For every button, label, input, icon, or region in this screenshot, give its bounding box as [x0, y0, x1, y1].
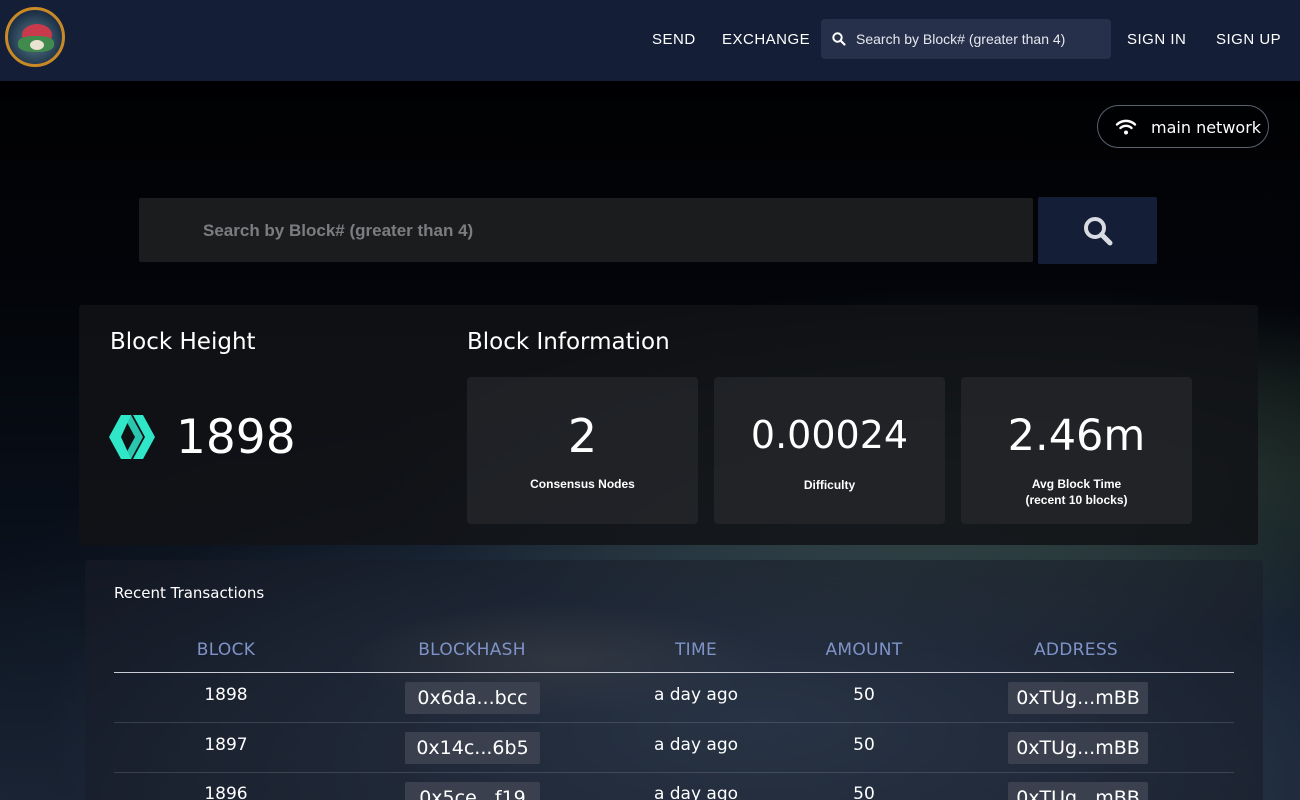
wifi-icon	[1115, 119, 1137, 135]
column-header-blockhash[interactable]: BLOCKHASH	[392, 640, 552, 660]
table-cell-address[interactable]: 0xTUg...mBB	[1008, 732, 1148, 764]
block-height-title: Block Height	[110, 329, 256, 355]
top-navbar: SEND EXCHANGE Search by Block# (greater …	[0, 0, 1300, 81]
block-search-input[interactable]: Search by Block# (greater than 4)	[139, 198, 1033, 262]
network-selector[interactable]: main network	[1097, 105, 1269, 148]
nav-send-link[interactable]: SEND	[652, 31, 696, 49]
block-information-title: Block Information	[467, 329, 670, 355]
consensus-nodes-value: 2	[567, 409, 598, 463]
column-header-amount[interactable]: AMOUNT	[804, 640, 924, 660]
block-search-button[interactable]	[1038, 197, 1157, 264]
table-cell-blockhash[interactable]: 0x14c...6b5	[405, 732, 540, 764]
hive-icon	[109, 415, 155, 459]
recent-transactions-title: Recent Transactions	[114, 584, 265, 602]
table-cell-time: a day ago	[653, 735, 739, 755]
difficulty-value: 0.00024	[750, 413, 909, 457]
nav-exchange-link[interactable]: EXCHANGE	[722, 31, 810, 49]
table-header-divider	[114, 672, 1234, 673]
nav-sign-in-link[interactable]: SIGN IN	[1127, 31, 1186, 49]
table-row-divider	[114, 722, 1234, 723]
column-header-address[interactable]: ADDRESS	[1016, 640, 1136, 660]
column-header-block[interactable]: BLOCK	[176, 640, 276, 660]
table-cell-amount: 50	[853, 685, 875, 705]
table-cell-time: a day ago	[653, 784, 739, 800]
avg-block-time-caption: Avg Block Time	[1031, 477, 1122, 491]
avg-block-time-subcaption: (recent 10 blocks)	[1025, 493, 1128, 507]
block-search-placeholder: Search by Block# (greater than 4)	[203, 221, 474, 240]
table-cell-address[interactable]: 0xTUg...mBB	[1008, 682, 1148, 714]
difficulty-card: 0.00024 Difficulty	[714, 377, 945, 524]
consensus-nodes-card: 2 Consensus Nodes	[467, 377, 698, 524]
nav-sign-up-link[interactable]: SIGN UP	[1216, 31, 1281, 49]
table-cell-block[interactable]: 1896	[176, 784, 276, 800]
table-row-divider	[114, 772, 1234, 773]
avg-block-time-value: 2.46m	[1007, 411, 1146, 461]
table-cell-block[interactable]: 1898	[176, 685, 276, 705]
consensus-nodes-caption: Consensus Nodes	[530, 477, 635, 491]
block-height-value: 1898	[176, 410, 296, 465]
table-cell-amount: 50	[853, 784, 875, 800]
header-search-input[interactable]: Search by Block# (greater than 4)	[821, 19, 1111, 59]
network-label: main network	[1151, 118, 1262, 137]
column-header-time[interactable]: TIME	[646, 640, 746, 660]
table-cell-block[interactable]: 1897	[176, 735, 276, 755]
search-icon	[1084, 217, 1113, 246]
avg-block-time-card: 2.46m Avg Block Time (recent 10 blocks)	[961, 377, 1192, 524]
search-icon	[832, 32, 846, 46]
table-cell-address[interactable]: 0xTUg...mBB	[1008, 782, 1148, 800]
difficulty-caption: Difficulty	[803, 478, 856, 492]
table-cell-blockhash[interactable]: 0x5ce...f19	[405, 782, 540, 800]
header-search-placeholder: Search by Block# (greater than 4)	[856, 31, 1066, 47]
table-cell-time: a day ago	[653, 685, 739, 705]
app-logo[interactable]	[5, 7, 65, 67]
table-cell-blockhash[interactable]: 0x6da...bcc	[405, 682, 540, 714]
table-cell-amount: 50	[853, 735, 875, 755]
